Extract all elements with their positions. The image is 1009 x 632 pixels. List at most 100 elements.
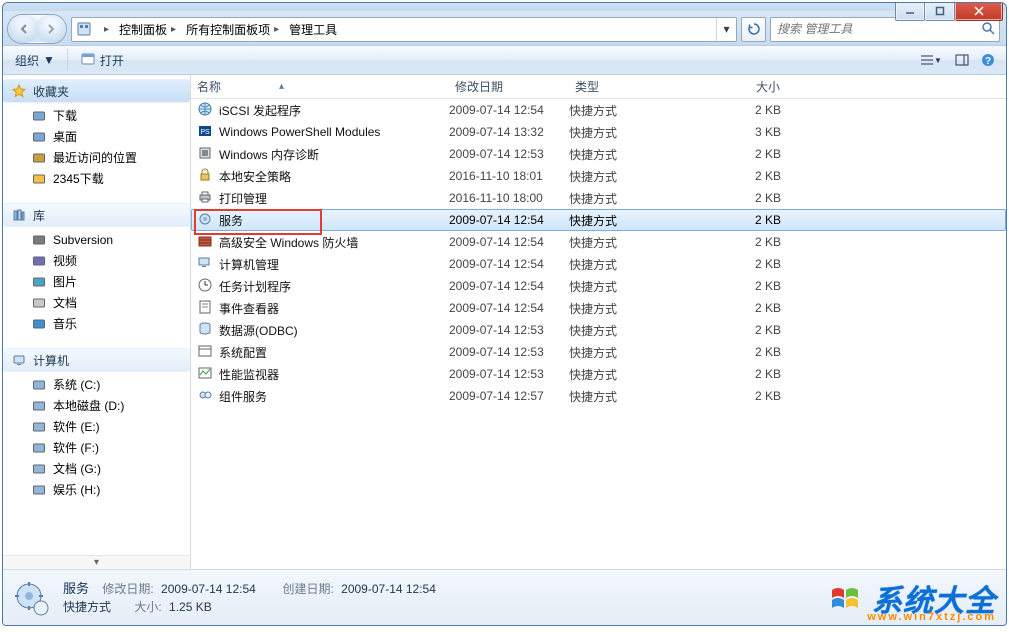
help-button[interactable]: ? [976,49,1000,71]
folder-icon [31,108,47,124]
file-row-5[interactable]: 服务2009-07-14 12:54快捷方式2 KB [191,209,1006,231]
address-dropdown[interactable]: ▾ [716,18,736,41]
file-row-9[interactable]: 事件查看器2009-07-14 12:54快捷方式2 KB [191,297,1006,319]
file-row-6[interactable]: 高级安全 Windows 防火墙2009-07-14 12:54快捷方式2 KB [191,231,1006,253]
sidebar-item-lib-4[interactable]: 音乐 [3,313,190,334]
file-name: 打印管理 [219,190,267,207]
details-mod: 2009-07-14 12:54 [161,582,256,596]
file-name: 数据源(ODBC) [219,322,298,339]
file-type: 快捷方式 [569,344,689,361]
sidebar-item-comp-5[interactable]: 娱乐 (H:) [3,479,190,500]
sidebar-item-comp-0[interactable]: 系统 (C:) [3,374,190,395]
navigation-pane[interactable]: 收藏夹 下载桌面最近访问的位置2345下载 库 Subversion视频图片文档… [3,75,191,569]
col-type-label: 类型 [575,78,599,95]
file-row-10[interactable]: 数据源(ODBC)2009-07-14 12:53快捷方式2 KB [191,319,1006,341]
file-row-4[interactable]: 打印管理2016-11-10 18:00快捷方式2 KB [191,187,1006,209]
minimize-button[interactable] [895,2,925,21]
details-crt: 2009-07-14 12:54 [341,582,436,596]
sidebar-item-lib-1[interactable]: 视频 [3,250,190,271]
preview-pane-button[interactable] [950,49,974,71]
sidebar-item-lib-2[interactable]: 图片 [3,271,190,292]
file-name: 性能监视器 [219,366,279,383]
details-crt-label: 创建日期: [282,582,333,596]
computer-icon [11,352,27,368]
sidebar-group-favorites[interactable]: 收藏夹 [3,79,190,103]
file-icon [197,365,213,384]
file-size: 2 KB [689,235,789,249]
crumb-0-label: 控制面板 [119,21,167,38]
file-size: 2 KB [689,257,789,271]
sidebar-item-fav-3[interactable]: 2345下载 [3,168,190,189]
col-date[interactable]: 修改日期 [449,75,569,98]
close-button[interactable] [955,2,1003,21]
file-row-2[interactable]: Windows 内存诊断2009-07-14 12:53快捷方式2 KB [191,143,1006,165]
file-row-7[interactable]: 计算机管理2009-07-14 12:54快捷方式2 KB [191,253,1006,275]
folder-icon [31,440,47,456]
titlebar [3,3,1006,11]
forward-button[interactable] [35,15,66,43]
sidebar-item-comp-3[interactable]: 软件 (F:) [3,437,190,458]
crumb-0[interactable]: 控制面板▸ [113,18,180,41]
sidebar-item-fav-1[interactable]: 桌面 [3,126,190,147]
file-name: iSCSI 发起程序 [219,102,301,119]
sidebar-scroll-down[interactable]: ▾ [3,555,190,569]
chevron-down-icon: ▼ [43,53,55,67]
file-list[interactable]: iSCSI 发起程序2009-07-14 12:54快捷方式2 KBPSWind… [191,99,1006,407]
file-row-3[interactable]: 本地安全策略2016-11-10 18:01快捷方式2 KB [191,165,1006,187]
open-button[interactable]: 打开 [74,49,130,72]
toolbar-divider [67,49,68,71]
col-size[interactable]: 大小 [689,75,789,98]
file-icon [197,255,213,274]
sidebar-item-lib-3[interactable]: 文档 [3,292,190,313]
file-row-8[interactable]: 任务计划程序2009-07-14 12:54快捷方式2 KB [191,275,1006,297]
sidebar-item-fav-0[interactable]: 下载 [3,105,190,126]
details-text: 服务 修改日期: 2009-07-14 12:54 创建日期: 2009-07-… [63,579,436,617]
crumb-2[interactable]: 管理工具 [283,18,341,41]
svg-text:PS: PS [200,129,210,136]
file-size: 2 KB [689,191,789,205]
file-name: Windows PowerShell Modules [219,125,380,139]
address-bar[interactable]: ▸ 控制面板▸ 所有控制面板项▸ 管理工具 ▾ [71,17,737,42]
libraries-icon [11,207,27,223]
sidebar-item-label: 音乐 [53,315,77,332]
refresh-button[interactable] [741,17,766,42]
folder-icon [31,461,47,477]
file-type: 快捷方式 [569,366,689,383]
file-date: 2009-07-14 12:54 [449,103,569,117]
crumb-root-chevron[interactable]: ▸ [94,18,113,41]
folder-icon [31,316,47,332]
sidebar-item-lib-0[interactable]: Subversion [3,229,190,250]
window-buttons [895,2,1003,21]
file-type: 快捷方式 [569,322,689,339]
col-type[interactable]: 类型 [569,75,689,98]
file-size: 2 KB [689,345,789,359]
libraries-label: 库 [33,207,45,224]
file-date: 2009-07-14 13:32 [449,125,569,139]
search-input[interactable] [775,21,981,37]
file-row-0[interactable]: iSCSI 发起程序2009-07-14 12:54快捷方式2 KB [191,99,1006,121]
maximize-button[interactable] [925,2,955,21]
folder-icon [31,274,47,290]
view-options-button[interactable]: ▼ [914,49,948,71]
file-name: 系统配置 [219,344,267,361]
sidebar-item-comp-2[interactable]: 软件 (E:) [3,416,190,437]
organize-button[interactable]: 组织 ▼ [9,50,61,71]
sidebar-item-fav-2[interactable]: 最近访问的位置 [3,147,190,168]
details-subtitle: 快捷方式 [63,600,111,614]
crumb-1[interactable]: 所有控制面板项▸ [180,18,283,41]
sidebar-group-libraries[interactable]: 库 [3,203,190,227]
file-type: 快捷方式 [569,146,689,163]
file-row-12[interactable]: 性能监视器2009-07-14 12:53快捷方式2 KB [191,363,1006,385]
file-icon [197,299,213,318]
sidebar-item-comp-1[interactable]: 本地磁盘 (D:) [3,395,190,416]
sidebar-item-comp-4[interactable]: 文档 (G:) [3,458,190,479]
file-row-13[interactable]: 组件服务2009-07-14 12:57快捷方式2 KB [191,385,1006,407]
details-size-label: 大小: [134,600,161,614]
file-icon [197,321,213,340]
col-name[interactable]: 名称 ▴ [191,75,449,98]
file-size: 2 KB [689,147,789,161]
sidebar-group-computer[interactable]: 计算机 [3,348,190,372]
file-row-11[interactable]: 系统配置2009-07-14 12:53快捷方式2 KB [191,341,1006,363]
file-row-1[interactable]: PS Windows PowerShell Modules 2009-07-14 1… [191,121,1006,143]
organize-label: 组织 [15,52,39,69]
